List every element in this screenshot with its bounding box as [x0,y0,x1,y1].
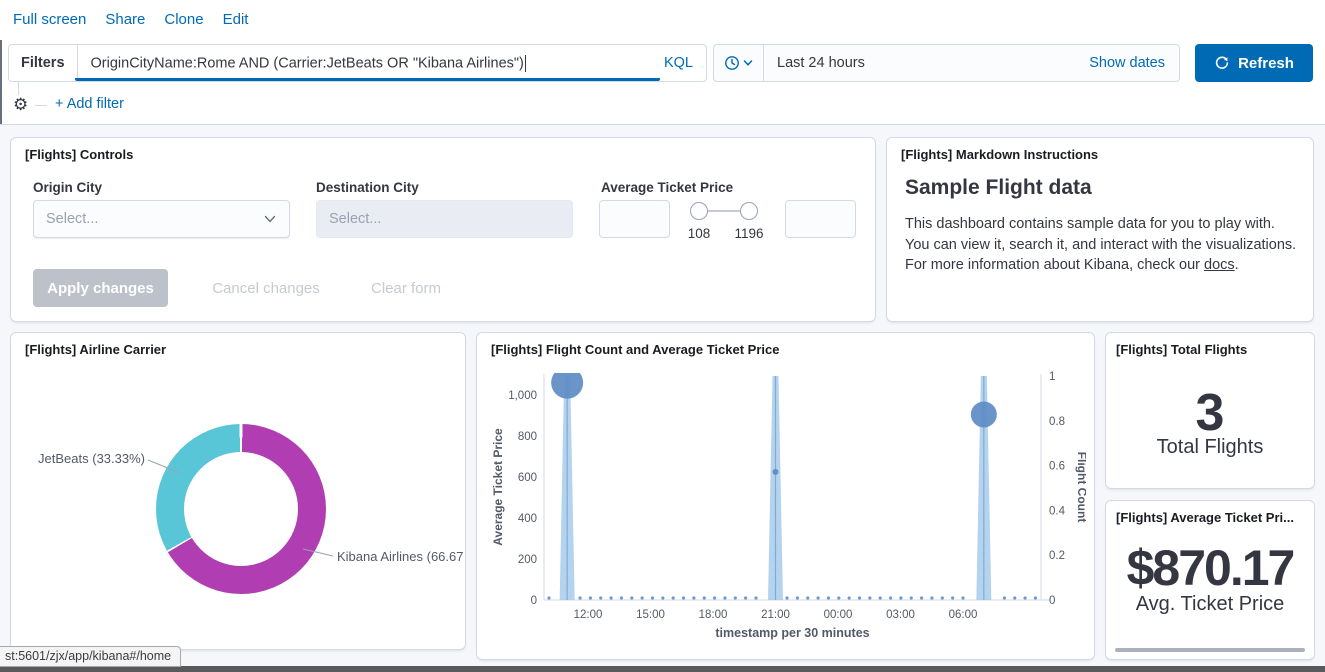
price-max-value: 1196 [729,226,769,241]
query-bar[interactable]: Filters OriginCityName:Rome AND (Carrier… [8,44,707,82]
svg-text:1,000: 1,000 [508,390,537,402]
query-input[interactable]: OriginCityName:Rome AND (Carrier:JetBeat… [78,55,651,72]
markdown-heading: Sample Flight data [905,176,1092,200]
top-nav: Full screen Share Clone Edit [13,11,248,28]
avg-ticket-price-value: $870.17 [1106,539,1314,597]
panel-title: [Flights] Average Ticket Pri... [1116,510,1294,525]
svg-text:600: 600 [518,472,537,484]
chevron-down-icon [263,212,277,226]
panel-flights-controls: [Flights] Controls Origin City Destinati… [10,137,876,322]
origin-city-placeholder: Select... [46,211,98,227]
docs-link[interactable]: docs [1204,257,1235,273]
query-text: OriginCityName:Rome AND (Carrier:JetBeat… [91,55,524,71]
svg-text:00:00: 00:00 [824,609,853,621]
total-flights-label: Total Flights [1106,436,1314,459]
svg-text:Flight Count: Flight Count [1075,452,1086,523]
svg-text:Average Ticket Price: Average Ticket Price [491,428,505,546]
svg-text:21:00: 21:00 [761,609,790,621]
price-max-input[interactable] [785,200,856,238]
origin-city-select[interactable]: Select... [33,200,290,238]
panel-title: [Flights] Markdown Instructions [901,147,1098,162]
svg-text:0.6: 0.6 [1049,461,1065,473]
panel-flight-count-avg-price: [Flights] Flight Count and Average Ticke… [476,332,1095,660]
svg-text:18:00: 18:00 [699,609,728,621]
panel-title: [Flights] Controls [25,147,133,162]
filter-options-gear-icon[interactable]: ⚙ [13,95,28,115]
kql-badge[interactable]: KQL [651,55,706,71]
pie-label-jetbeats[interactable]: JetBeats (33.33%) [35,451,145,466]
svg-text:200: 200 [518,554,537,566]
svg-text:15:00: 15:00 [636,609,665,621]
bottom-window-edge [0,666,1325,672]
destination-city-label: Destination City [316,180,419,195]
header: Full screen Share Clone Edit Filters Ori… [0,0,1325,125]
show-dates-link[interactable]: Show dates [1089,55,1179,71]
origin-city-label: Origin City [33,180,102,195]
panel-average-ticket-price: [Flights] Average Ticket Pri... $870.17 … [1105,500,1315,660]
text-caret [525,55,527,72]
price-min-input[interactable] [599,200,670,238]
avg-ticket-price-label: Avg. Ticket Price [1106,593,1314,616]
svg-text:800: 800 [518,431,537,443]
svg-text:0: 0 [531,595,537,607]
svg-text:0.2: 0.2 [1049,550,1065,562]
left-edge-divider [0,40,2,124]
pie-label-kibana-airlines[interactable]: Kibana Airlines (66.67 [337,549,463,564]
panel-title: [Flights] Airline Carrier [25,342,166,357]
browser-status-url: st:5601/zjx/app/kibana#/home [0,646,181,667]
refresh-icon [1214,55,1230,71]
time-range-value[interactable]: Last 24 hours [764,55,865,71]
share-link[interactable]: Share [105,11,145,28]
markdown-body: This dashboard contains sample data for … [905,214,1301,276]
focus-underline [75,78,660,81]
avg-ticket-price-label: Average Ticket Price [601,180,733,195]
refresh-label: Refresh [1238,55,1294,72]
quick-select-button[interactable] [714,45,764,81]
svg-text:0.4: 0.4 [1049,505,1066,517]
clone-link[interactable]: Clone [164,11,203,28]
destination-city-select[interactable]: Select... [316,200,573,238]
total-flights-value: 3 [1106,383,1314,443]
add-filter-link[interactable]: + Add filter [55,96,124,112]
clock-icon [724,55,740,71]
panel-airline-carrier: [Flights] Airline Carrier JetBeats (33.3… [10,332,466,650]
edit-link[interactable]: Edit [223,11,249,28]
filter-connector [18,82,19,95]
refresh-button[interactable]: Refresh [1195,44,1313,82]
panel-markdown-instructions: [Flights] Markdown Instructions Sample F… [886,137,1314,322]
donut-hole [184,452,298,566]
svg-text:06:00: 06:00 [949,609,978,621]
cancel-changes-button[interactable]: Cancel changes [196,269,336,307]
full-screen-link[interactable]: Full screen [13,11,86,28]
timeseries-svg[interactable]: 0 200 400 600 800 1,000 0 0.2 0.4 0.6 0.8 1 12:00 15:… [487,361,1086,649]
price-slider-max-handle[interactable] [740,202,758,220]
panel-total-flights: [Flights] Total Flights 3 Total Flights [1105,332,1315,489]
svg-text:12:00: 12:00 [574,609,603,621]
panel-title: [Flights] Flight Count and Average Ticke… [491,342,779,357]
markdown-text-end: . [1235,257,1239,273]
gear-divider [35,105,47,106]
chevron-down-icon [743,58,753,68]
panel-title: [Flights] Total Flights [1116,342,1247,357]
date-picker[interactable]: Last 24 hours Show dates [713,44,1180,82]
svg-text:timestamp per 30 minutes: timestamp per 30 minutes [715,626,869,640]
price-slider-min-handle[interactable] [690,202,708,220]
svg-text:400: 400 [518,513,537,525]
clear-form-button[interactable]: Clear form [356,269,456,307]
destination-city-placeholder: Select... [329,211,381,227]
price-min-value: 108 [683,226,715,241]
svg-text:03:00: 03:00 [886,609,915,621]
svg-text:0.8: 0.8 [1049,416,1065,428]
svg-text:1: 1 [1049,371,1055,383]
apply-changes-button[interactable]: Apply changes [33,269,168,307]
horizontal-scrollbar[interactable] [1115,648,1305,652]
svg-text:0: 0 [1049,595,1055,607]
filters-chip[interactable]: Filters [9,45,78,81]
